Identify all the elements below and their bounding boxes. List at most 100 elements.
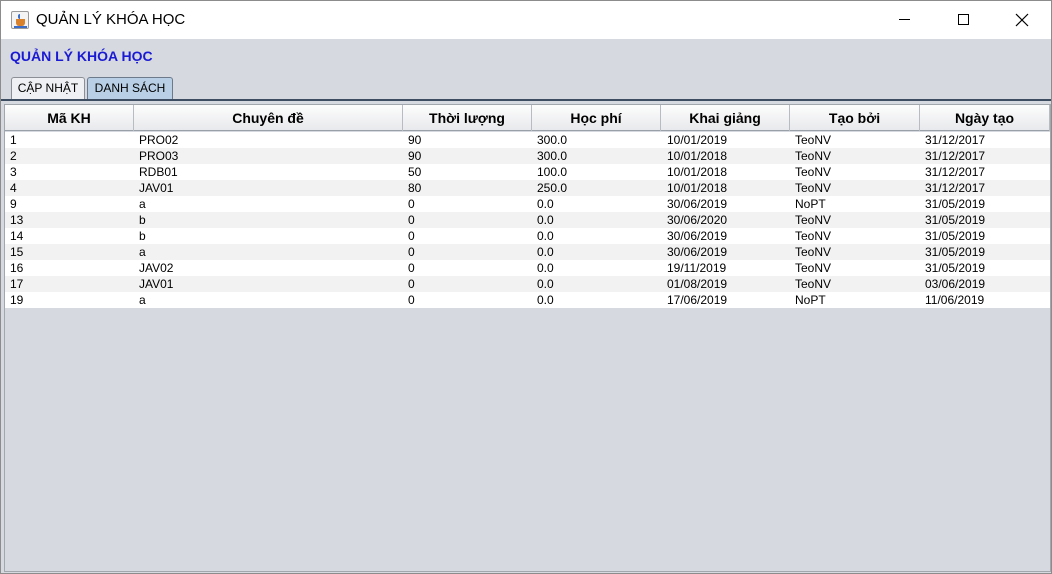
column-hoc-phi-cell: 0.0: [537, 229, 554, 243]
column-ma-kh-cell: 19: [10, 293, 24, 307]
table-row[interactable]: 19 a 0 0.0 17/06/2019 NoPT 11/06/2019: [5, 292, 1050, 308]
column-chuyen-de-cell: b: [139, 229, 146, 243]
column-tao-boi-cell: TeoNV: [795, 245, 832, 259]
column-ngay-tao-cell: 31/05/2019: [925, 197, 986, 211]
column-khai-giang-cell: 10/01/2019: [667, 133, 728, 147]
column-tao-boi-cell: TeoNV: [795, 261, 832, 275]
column-ngay-tao-header[interactable]: Ngày tạo: [920, 105, 1050, 131]
column-khai-giang-header[interactable]: Khai giảng: [661, 105, 790, 131]
column-chuyen-de-cell: a: [139, 197, 146, 211]
column-hoc-phi-cell: 0.0: [537, 245, 554, 259]
column-thoi-luong-cell: 0: [408, 229, 415, 243]
column-ma-kh-header[interactable]: Mã KH: [5, 105, 134, 131]
column-ngay-tao-cell: 31/12/2017: [925, 181, 986, 195]
title-bar[interactable]: QUẢN LÝ KHÓA HỌC: [1, 1, 1051, 39]
column-ma-kh-cell: 15: [10, 245, 24, 259]
column-thoi-luong-cell: 50: [408, 165, 422, 179]
table-header: Mã KH Chuyên đề Thời lượng Học phí Khai giản…: [5, 105, 1050, 131]
column-chuyen-de-cell: a: [139, 293, 146, 307]
column-thoi-luong-cell: 90: [408, 133, 422, 147]
column-tao-boi-cell: NoPT: [795, 197, 826, 211]
close-icon: [1015, 13, 1029, 27]
main-window: QUẢN LÝ KHÓA HỌC QUẢN LÝ KHÓA HỌC CẬP NH…: [0, 0, 1052, 574]
minimize-button[interactable]: [875, 1, 933, 39]
column-ngay-tao-cell: 31/05/2019: [925, 213, 986, 227]
column-thoi-luong-cell: 0: [408, 277, 415, 291]
column-hoc-phi-cell: 300.0: [537, 133, 568, 147]
column-khai-giang-cell: 30/06/2019: [667, 245, 728, 259]
column-chuyen-de-cell: b: [139, 213, 146, 227]
column-hoc-phi-cell: 0.0: [537, 293, 554, 307]
table-row[interactable]: 1 PRO02 90 300.0 10/01/2019 TeoNV 31/12/2017: [5, 132, 1050, 148]
column-ngay-tao-cell: 31/12/2017: [925, 133, 986, 147]
table-row[interactable]: 3 RDB01 50 100.0 10/01/2018 TeoNV 31/12/2017: [5, 164, 1050, 180]
table-row[interactable]: 16 JAV02 0 0.0 19/11/2019 TeoNV 31/05/2019: [5, 260, 1050, 276]
column-hoc-phi-cell: 100.0: [537, 165, 568, 179]
column-thoi-luong-cell: 0: [408, 245, 415, 259]
page-title: QUẢN LÝ KHÓA HỌC: [10, 48, 153, 64]
column-khai-giang-cell: 19/11/2019: [667, 261, 727, 275]
column-tao-boi-cell: TeoNV: [795, 165, 832, 179]
minimize-icon: [899, 19, 910, 20]
column-thoi-luong-cell: 90: [408, 149, 422, 163]
column-thoi-luong-header[interactable]: Thời lượng: [403, 105, 532, 131]
column-khai-giang-cell: 30/06/2019: [667, 197, 728, 211]
column-tao-boi-cell: TeoNV: [795, 133, 832, 147]
column-tao-boi-header[interactable]: Tạo bởi: [790, 105, 920, 131]
course-table[interactable]: Mã KH Chuyên đề Thời lượng Học phí Khai giản…: [4, 104, 1051, 572]
column-tao-boi-cell: TeoNV: [795, 229, 832, 243]
column-ngay-tao-cell: 11/06/2019: [925, 293, 985, 307]
table-row[interactable]: 14 b 0 0.0 30/06/2019 TeoNV 31/05/2019: [5, 228, 1050, 244]
table-row[interactable]: 15 a 0 0.0 30/06/2019 TeoNV 31/05/2019: [5, 244, 1050, 260]
column-chuyen-de-cell: RDB01: [139, 165, 178, 179]
column-chuyen-de-cell: PRO03: [139, 149, 179, 163]
table-row[interactable]: 9 a 0 0.0 30/06/2019 NoPT 31/05/2019: [5, 196, 1050, 212]
maximize-button[interactable]: [934, 1, 992, 39]
column-khai-giang-cell: 17/06/2019: [667, 293, 728, 307]
java-cup-icon: [11, 11, 29, 29]
column-tao-boi-cell: TeoNV: [795, 277, 832, 291]
column-chuyen-de-cell: JAV01: [139, 277, 174, 291]
table-row[interactable]: 4 JAV01 80 250.0 10/01/2018 TeoNV 31/12/2017: [5, 180, 1050, 196]
column-thoi-luong-cell: 80: [408, 181, 422, 195]
column-khai-giang-cell: 10/01/2018: [667, 181, 728, 195]
column-ma-kh-cell: 13: [10, 213, 24, 227]
column-ngay-tao-cell: 31/05/2019: [925, 229, 986, 243]
column-ngay-tao-cell: 31/05/2019: [925, 261, 986, 275]
column-thoi-luong-cell: 0: [408, 213, 415, 227]
window-title: QUẢN LÝ KHÓA HỌC: [36, 11, 186, 28]
column-ngay-tao-cell: 31/12/2017: [925, 165, 986, 179]
column-chuyen-de-cell: JAV02: [139, 261, 174, 275]
column-chuyen-de-cell: a: [139, 245, 146, 259]
column-hoc-phi-header[interactable]: Học phí: [532, 105, 661, 131]
column-ma-kh-cell: 17: [10, 277, 24, 291]
column-khai-giang-cell: 30/06/2020: [667, 213, 728, 227]
tab-cap-nhat[interactable]: CẬP NHẬT: [11, 77, 85, 100]
column-chuyen-de-cell: JAV01: [139, 181, 174, 195]
column-hoc-phi-cell: 0.0: [537, 277, 554, 291]
column-tao-boi-cell: NoPT: [795, 293, 826, 307]
column-khai-giang-cell: 10/01/2018: [667, 165, 728, 179]
table-row[interactable]: 17 JAV01 0 0.0 01/08/2019 TeoNV 03/06/2019: [5, 276, 1050, 292]
column-chuyen-de-header[interactable]: Chuyên đề: [134, 105, 403, 131]
table-row[interactable]: 13 b 0 0.0 30/06/2020 TeoNV 31/05/2019: [5, 212, 1050, 228]
column-thoi-luong-cell: 0: [408, 293, 415, 307]
column-ma-kh-cell: 4: [10, 181, 17, 195]
tab-divider: [1, 99, 1051, 101]
column-tao-boi-cell: TeoNV: [795, 149, 832, 163]
column-khai-giang-cell: 10/01/2018: [667, 149, 728, 163]
column-ma-kh-cell: 14: [10, 229, 24, 243]
column-ngay-tao-cell: 03/06/2019: [925, 277, 986, 291]
tab-danh-sach[interactable]: DANH SÁCH: [87, 77, 173, 100]
close-button[interactable]: [993, 1, 1051, 39]
column-ngay-tao-cell: 31/12/2017: [925, 149, 986, 163]
column-ma-kh-cell: 2: [10, 149, 17, 163]
column-hoc-phi-cell: 300.0: [537, 149, 568, 163]
column-hoc-phi-cell: 250.0: [537, 181, 568, 195]
column-khai-giang-cell: 30/06/2019: [667, 229, 728, 243]
column-thoi-luong-cell: 0: [408, 261, 415, 275]
column-chuyen-de-cell: PRO02: [139, 133, 179, 147]
table-row[interactable]: 2 PRO03 90 300.0 10/01/2018 TeoNV 31/12/2017: [5, 148, 1050, 164]
column-hoc-phi-cell: 0.0: [537, 197, 554, 211]
column-ma-kh-cell: 16: [10, 261, 24, 275]
